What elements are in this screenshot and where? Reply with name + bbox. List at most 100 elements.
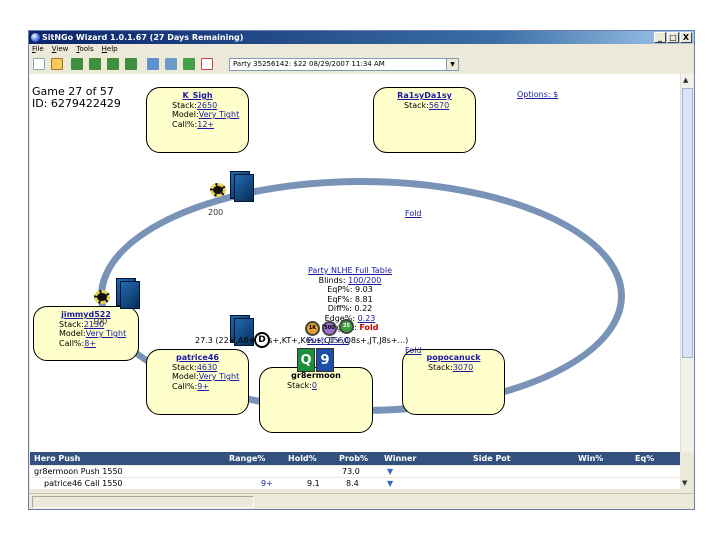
call-value[interactable]: 8+ xyxy=(84,339,96,348)
seat-popocanuck[interactable]: popocanuck Stack:3070 xyxy=(402,349,505,415)
prev-icon[interactable] xyxy=(89,58,101,70)
stack-label: Stack: xyxy=(428,362,453,372)
results-scrollbar[interactable]: ▼ xyxy=(680,452,694,489)
col-range[interactable]: Range% xyxy=(229,452,265,465)
card-back-icon xyxy=(116,278,142,310)
call-label: Call%: xyxy=(172,381,198,391)
seat-name[interactable]: patrice46 xyxy=(147,353,248,363)
status-pane xyxy=(32,496,254,508)
toolbar: Party 35256142: $22 08/29/2007 11:34 AM … xyxy=(29,55,694,73)
seat-hero-gr8ermoon[interactable]: gr8ermoon Stack:0 xyxy=(259,367,373,433)
first-icon[interactable] xyxy=(71,58,83,70)
col-eq[interactable]: Eq% xyxy=(635,452,654,465)
seat-k-sigh[interactable]: K_Sigh Stack:2650 Model:Very Tight Call%… xyxy=(146,87,249,153)
table-row[interactable]: gr8ermoon Push 1550 73.0 ▼ xyxy=(30,466,681,477)
expand-arrow-icon[interactable]: ▼ xyxy=(387,466,393,477)
checklist-icon[interactable] xyxy=(201,58,213,70)
call-value[interactable]: 9+ xyxy=(197,382,209,391)
model-value[interactable]: Very Tight xyxy=(199,372,240,381)
scroll-down-icon[interactable]: ▼ xyxy=(682,479,687,487)
seat-name[interactable]: K_Sigh xyxy=(147,91,248,101)
edge-value[interactable]: 0.23 xyxy=(358,314,376,323)
row-hero: gr8ermoon Push 1550 xyxy=(34,467,123,476)
scroll-up-icon[interactable]: ▲ xyxy=(683,76,688,84)
game-info: Game 27 of 57 ID: 6279422429 xyxy=(32,86,121,110)
stack-value[interactable]: 2650 xyxy=(197,101,217,110)
title-bar[interactable]: SitNGo Wizard 1.0.1.67 (27 Days Remainin… xyxy=(29,31,694,44)
check-icon[interactable] xyxy=(183,58,195,70)
row-range[interactable]: 9+ xyxy=(261,478,273,489)
seat-patrice46[interactable]: patrice46 Stack:4630 Model:Very Tight Ca… xyxy=(146,349,249,415)
chip-stack-icon xyxy=(94,290,110,304)
bet-amount: 100 xyxy=(92,317,108,326)
menu-help[interactable]: Help xyxy=(102,44,118,55)
col-prob[interactable]: Prob% xyxy=(339,452,368,465)
next-icon[interactable] xyxy=(107,58,119,70)
window-controls: _ □ X xyxy=(654,32,692,43)
scroll-thumb[interactable] xyxy=(682,88,693,358)
col-hero-push[interactable]: Hero Push xyxy=(34,452,80,465)
blinds-value[interactable]: 100/200 xyxy=(348,276,381,285)
stack-label: Stack: xyxy=(287,380,312,390)
open-icon[interactable] xyxy=(51,58,63,70)
menu-view[interactable]: View xyxy=(52,44,69,55)
col-winner[interactable]: Winner xyxy=(384,452,416,465)
eqp-line: EqP%: 9.03 xyxy=(327,285,373,294)
last-icon[interactable] xyxy=(125,58,137,70)
call-value[interactable]: 12+ xyxy=(197,120,214,129)
col-side-pot[interactable]: Side Pot xyxy=(473,452,511,465)
col-win[interactable]: Win% xyxy=(578,452,603,465)
stack-label: Stack: xyxy=(172,100,197,110)
menu-file[interactable]: File xyxy=(32,44,44,55)
seat-name[interactable]: Ra1syDa1sy xyxy=(374,91,475,101)
stack-value[interactable]: 3070 xyxy=(453,363,473,372)
seat-ra1syda1sy[interactable]: Ra1syDa1sy Stack:5670 xyxy=(373,87,476,153)
stack-label: Stack: xyxy=(404,100,429,110)
model-label: Model: xyxy=(172,110,199,119)
window-title: SitNGo Wizard 1.0.1.67 (27 Days Remainin… xyxy=(42,33,244,42)
push-range-text: 27.3 (22+,A8+,A2s+,KT+,K6s+,QT+,Q8s+,JT,… xyxy=(195,336,409,345)
close-button[interactable]: X xyxy=(680,32,692,43)
model-value[interactable]: Very Tight xyxy=(86,329,127,338)
chart-icon[interactable] xyxy=(165,58,177,70)
expand-arrow-icon[interactable]: ▼ xyxy=(387,478,393,489)
bet-amount: 200 xyxy=(208,208,224,217)
row-prob: 8.4 xyxy=(346,479,359,488)
call-label: Call%: xyxy=(172,119,198,129)
blinds-line: Blinds: 100/200 xyxy=(260,276,440,286)
export-icon[interactable] xyxy=(147,58,159,70)
stack-value[interactable]: 5670 xyxy=(429,101,449,110)
table-row[interactable]: patrice46 Call 1550 9+ 9.1 8.4 ▼ xyxy=(30,478,681,489)
card-back-icon xyxy=(230,171,256,203)
seat-jimmyd522[interactable]: jimmyd522 Stack:2130 Model:Very Tight Ca… xyxy=(33,306,139,361)
fold-label-bottom[interactable]: Fold xyxy=(405,346,422,355)
options-link[interactable]: Options: $ xyxy=(517,90,558,99)
seat-name[interactable]: gr8ermoon xyxy=(260,371,372,381)
dropdown-arrow-icon[interactable]: ▼ xyxy=(446,59,458,70)
stack-label: Stack: xyxy=(59,319,84,329)
poker-table-view: Game 27 of 57 ID: 6279422429 Options: $ … xyxy=(30,74,680,452)
game-id: ID: 6279422429 xyxy=(32,97,121,110)
fold-label-top[interactable]: Fold xyxy=(405,209,422,218)
model-value[interactable]: Very Tight xyxy=(199,110,240,119)
push-action-link[interactable]: Push 1550 xyxy=(307,336,349,345)
stack-value[interactable]: 0 xyxy=(312,381,317,390)
row-hero: patrice46 Call 1550 xyxy=(44,479,123,488)
row-prob: 73.0 xyxy=(342,467,360,476)
col-hold[interactable]: Hold% xyxy=(288,452,317,465)
row-hold: 9.1 xyxy=(307,479,320,488)
chip-1k-icon: 1K xyxy=(305,321,320,336)
minimize-button[interactable]: _ xyxy=(654,32,666,43)
table-name-link[interactable]: Party NLHE Full Table xyxy=(260,266,440,276)
hand-select[interactable]: Party 35256142: $22 08/29/2007 11:34 AM … xyxy=(229,58,459,71)
app-window: SitNGo Wizard 1.0.1.67 (27 Days Remainin… xyxy=(28,30,695,510)
call-label: Call%: xyxy=(59,338,85,348)
new-icon[interactable] xyxy=(33,58,45,70)
maximize-button[interactable]: □ xyxy=(667,32,679,43)
vertical-scrollbar[interactable]: ▲ xyxy=(680,74,694,452)
chip-500-icon: 500 xyxy=(322,321,337,336)
menu-tools[interactable]: Tools xyxy=(76,44,93,55)
seat-name[interactable]: jimmyd522 xyxy=(34,310,138,320)
suggest-value: Fold xyxy=(359,323,379,332)
stack-value[interactable]: 4630 xyxy=(197,363,217,372)
